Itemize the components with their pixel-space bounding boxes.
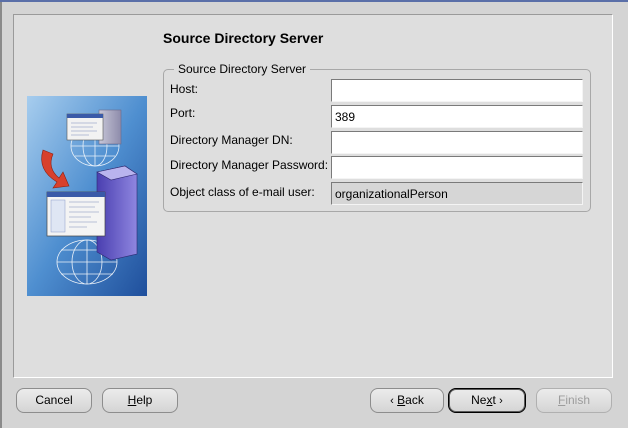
host-input[interactable]: [331, 79, 583, 102]
next-button[interactable]: Next ›: [448, 388, 526, 413]
cancel-button[interactable]: Cancel: [16, 388, 92, 413]
manager-dn-label: Directory Manager DN:: [170, 133, 293, 147]
back-button-label-rest: ack: [405, 393, 424, 407]
directory-migration-icon: [27, 96, 147, 296]
group-legend: Source Directory Server: [174, 62, 311, 76]
finish-button-label-rest: inish: [565, 393, 591, 407]
back-button[interactable]: ‹ Back: [370, 388, 444, 413]
finish-button: Finish: [536, 388, 612, 413]
port-label: Port:: [170, 106, 196, 120]
object-class-label: Object class of e-mail user:: [170, 185, 315, 199]
window-left-edge: [0, 2, 2, 428]
manager-password-label: Directory Manager Password:: [170, 158, 329, 172]
port-input[interactable]: [331, 105, 583, 128]
page-title: Source Directory Server: [163, 30, 324, 46]
host-label: Host:: [170, 82, 199, 96]
next-button-label-prefix: Ne: [471, 393, 487, 407]
cancel-button-label: Cancel: [35, 393, 73, 407]
help-button-label-rest: elp: [136, 393, 153, 407]
chevron-right-icon: ›: [499, 395, 503, 407]
help-button[interactable]: Help: [102, 388, 178, 413]
window-title-strip: [0, 0, 628, 2]
back-button-mnemonic: B: [397, 393, 406, 407]
manager-password-input[interactable]: [331, 156, 583, 179]
object-class-input: [331, 182, 583, 205]
manager-dn-input[interactable]: [331, 131, 583, 154]
next-button-label-rest: t: [492, 393, 496, 407]
chevron-left-icon: ‹: [390, 395, 394, 407]
